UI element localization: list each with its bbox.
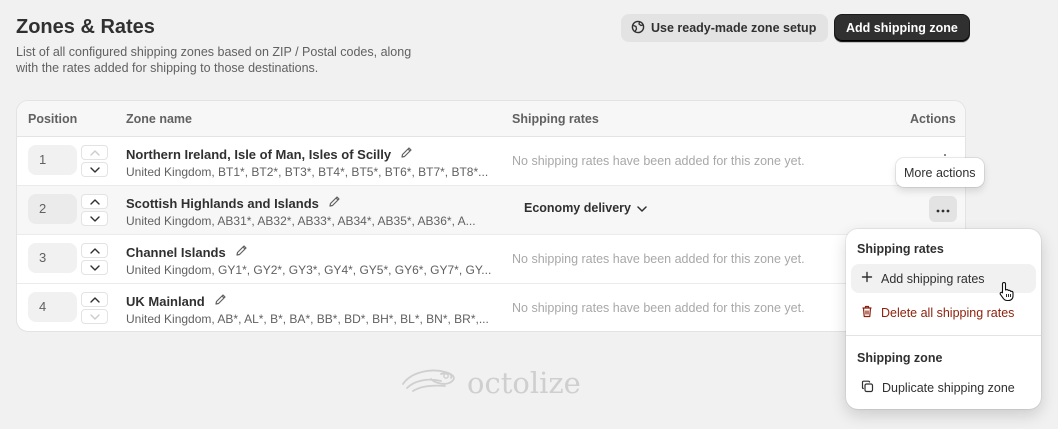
move-up-button[interactable] (81, 243, 108, 258)
shipping-zone-section-title: Shipping zone (857, 351, 943, 365)
zone-name: Scottish Highlands and Islands (126, 195, 341, 211)
zone-regions: United Kingdom, BT1*, BT2*, BT3*, BT4*, … (126, 165, 489, 179)
delete-all-shipping-rates-label: Delete all shipping rates (881, 305, 1015, 320)
position-input[interactable]: 3 (28, 243, 77, 273)
position-stepper (81, 292, 108, 324)
actions-popover: Shipping rates Add shipping rates Delete… (846, 229, 1041, 409)
add-shipping-zone-button[interactable]: Add shipping zone (834, 14, 970, 42)
zone-name-label: Channel Islands (126, 244, 226, 260)
more-actions-button[interactable] (944, 154, 946, 156)
edit-pencil-icon[interactable] (235, 244, 248, 260)
table-row: 3 Channel Islands United Kingdom, GY1*, … (17, 235, 965, 284)
octolize-wordmark: octolize (467, 365, 581, 400)
shipping-rate-label: Economy delivery (524, 201, 631, 215)
edit-pencil-icon[interactable] (400, 146, 413, 162)
chevron-down-icon (637, 201, 647, 215)
move-down-button[interactable] (81, 260, 108, 275)
table-row: 1 Northern Ireland, Isle of Man, Isles o… (17, 137, 965, 186)
duplicate-shipping-zone-item[interactable]: Duplicate shipping zone (851, 373, 1036, 402)
table-row: 4 UK Mainland United Kingdom, AB*, AL*, … (17, 284, 965, 331)
more-actions-button[interactable] (929, 196, 957, 222)
zone-name: Channel Islands (126, 244, 248, 260)
hand-pointer-icon (999, 281, 1016, 307)
page-title: Zones & Rates (16, 16, 155, 38)
position-stepper (81, 194, 108, 226)
edit-pencil-icon[interactable] (214, 293, 227, 309)
shipping-rate-dropdown[interactable]: Economy delivery (524, 201, 647, 215)
position-stepper (81, 145, 108, 177)
move-up-button[interactable] (81, 145, 108, 160)
zone-name: Northern Ireland, Isle of Man, Isles of … (126, 146, 413, 162)
column-header-actions: Actions (910, 112, 956, 126)
globe-icon (631, 20, 645, 37)
position-stepper (81, 243, 108, 275)
use-ready-made-zone-label: Use ready-made zone setup (651, 21, 817, 35)
no-rates-text: No shipping rates have been added for th… (512, 252, 805, 266)
move-down-button[interactable] (81, 162, 108, 177)
trash-icon (861, 305, 873, 321)
column-header-shipping-rates: Shipping rates (512, 112, 599, 126)
no-rates-text: No shipping rates have been added for th… (512, 301, 805, 315)
table-row: 2 Scottish Highlands and Islands United … (17, 186, 965, 235)
duplicate-shipping-zone-label: Duplicate shipping zone (882, 380, 1015, 395)
ellipsis-icon (936, 200, 950, 218)
edit-pencil-icon[interactable] (328, 195, 341, 211)
popover-divider (846, 335, 1041, 336)
move-down-button[interactable] (81, 309, 108, 324)
no-rates-text: No shipping rates have been added for th… (512, 154, 805, 168)
position-input[interactable]: 1 (28, 145, 77, 175)
duplicate-icon (861, 380, 874, 396)
table-header: Position Zone name Shipping rates Action… (17, 101, 965, 137)
more-actions-tooltip: More actions (896, 158, 984, 187)
zones-table: Position Zone name Shipping rates Action… (16, 100, 966, 332)
plus-icon (861, 271, 873, 286)
column-header-position: Position (28, 112, 78, 126)
shipping-rates-section-title: Shipping rates (857, 242, 944, 256)
position-input[interactable]: 4 (28, 292, 77, 322)
zone-regions: United Kingdom, AB31*, AB32*, AB33*, AB3… (126, 214, 476, 228)
zone-regions: United Kingdom, GY1*, GY2*, GY3*, GY4*, … (126, 263, 492, 277)
octopus-logo-icon (401, 364, 461, 401)
column-header-zone-name: Zone name (126, 112, 192, 126)
zone-name-label: UK Mainland (126, 293, 205, 309)
zone-name-label: Scottish Highlands and Islands (126, 195, 319, 211)
add-shipping-rates-label: Add shipping rates (881, 271, 985, 286)
move-down-button[interactable] (81, 211, 108, 226)
page-description: List of all configured shipping zones ba… (16, 45, 412, 75)
zone-name: UK Mainland (126, 293, 227, 309)
use-ready-made-zone-button[interactable]: Use ready-made zone setup (621, 14, 829, 42)
position-input[interactable]: 2 (28, 194, 77, 224)
zone-regions: United Kingdom, AB*, AL*, B*, BA*, BB*, … (126, 312, 489, 326)
zone-name-label: Northern Ireland, Isle of Man, Isles of … (126, 146, 392, 162)
octolize-watermark: octolize (401, 364, 581, 401)
move-up-button[interactable] (81, 292, 108, 307)
move-up-button[interactable] (81, 194, 108, 209)
